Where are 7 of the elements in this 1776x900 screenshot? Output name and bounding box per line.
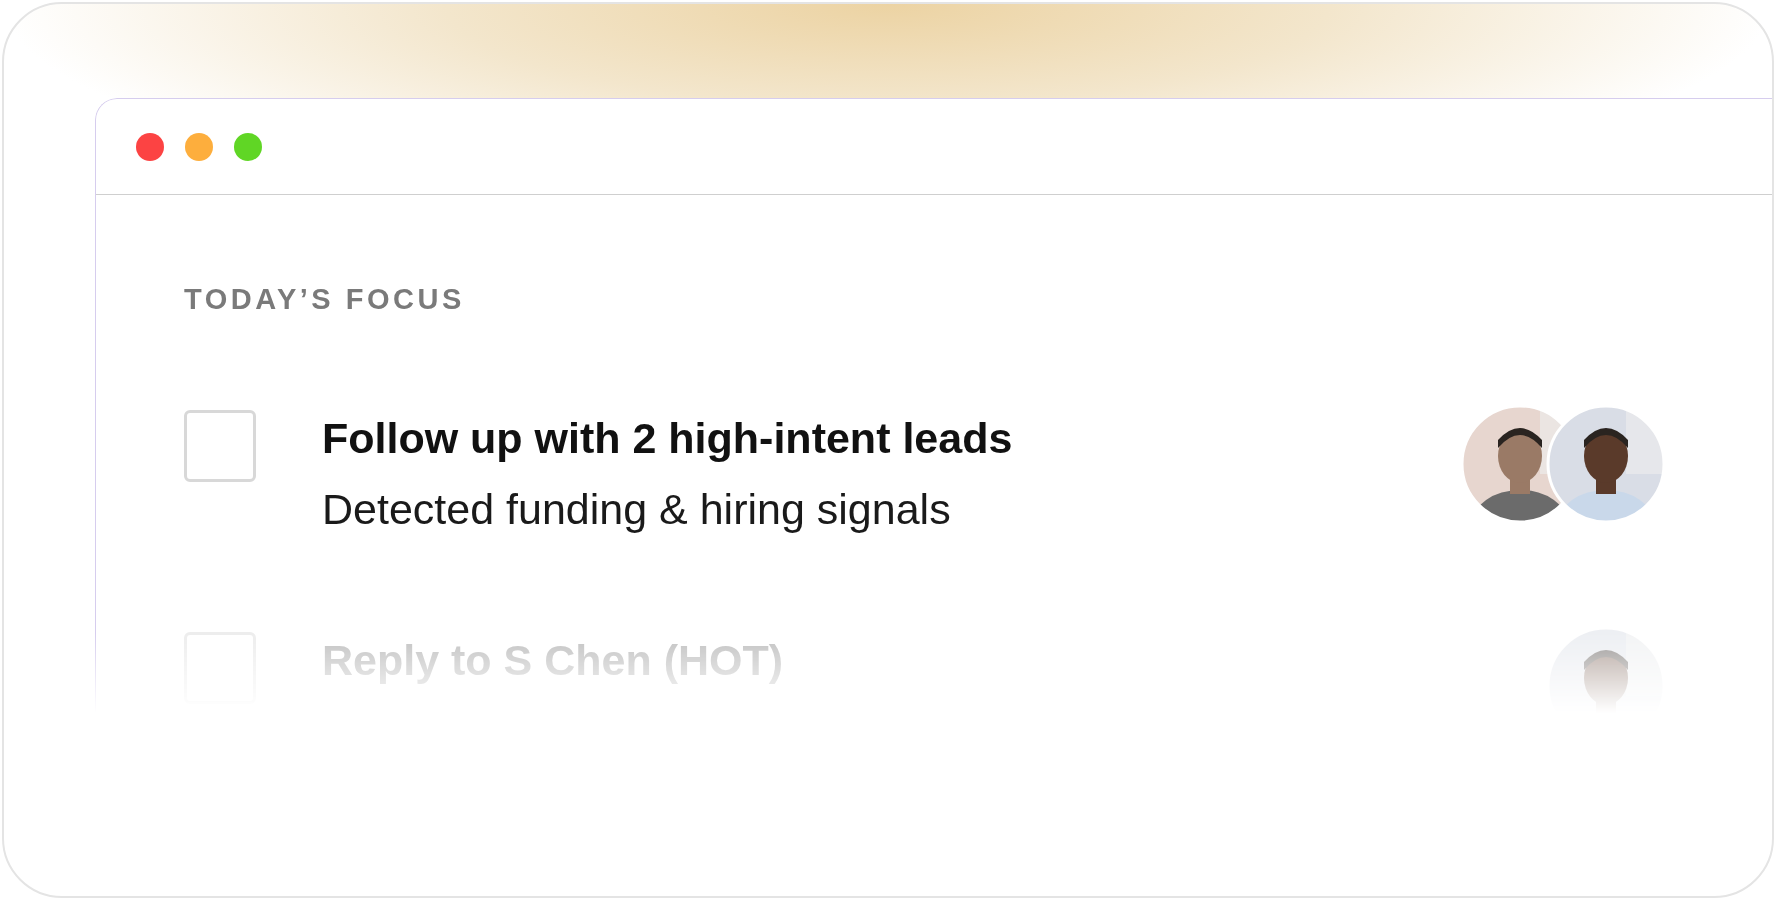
minimize-icon[interactable] — [185, 132, 213, 161]
section-heading: TODAY’S FOCUS — [184, 283, 466, 316]
task-subtitle: Detected funding & hiring signals — [322, 485, 952, 534]
checkbox[interactable] — [184, 410, 256, 482]
maximize-icon[interactable] — [234, 132, 262, 161]
task-title: Follow up with 2 high-intent leads — [322, 414, 1014, 463]
close-icon[interactable] — [136, 132, 164, 161]
